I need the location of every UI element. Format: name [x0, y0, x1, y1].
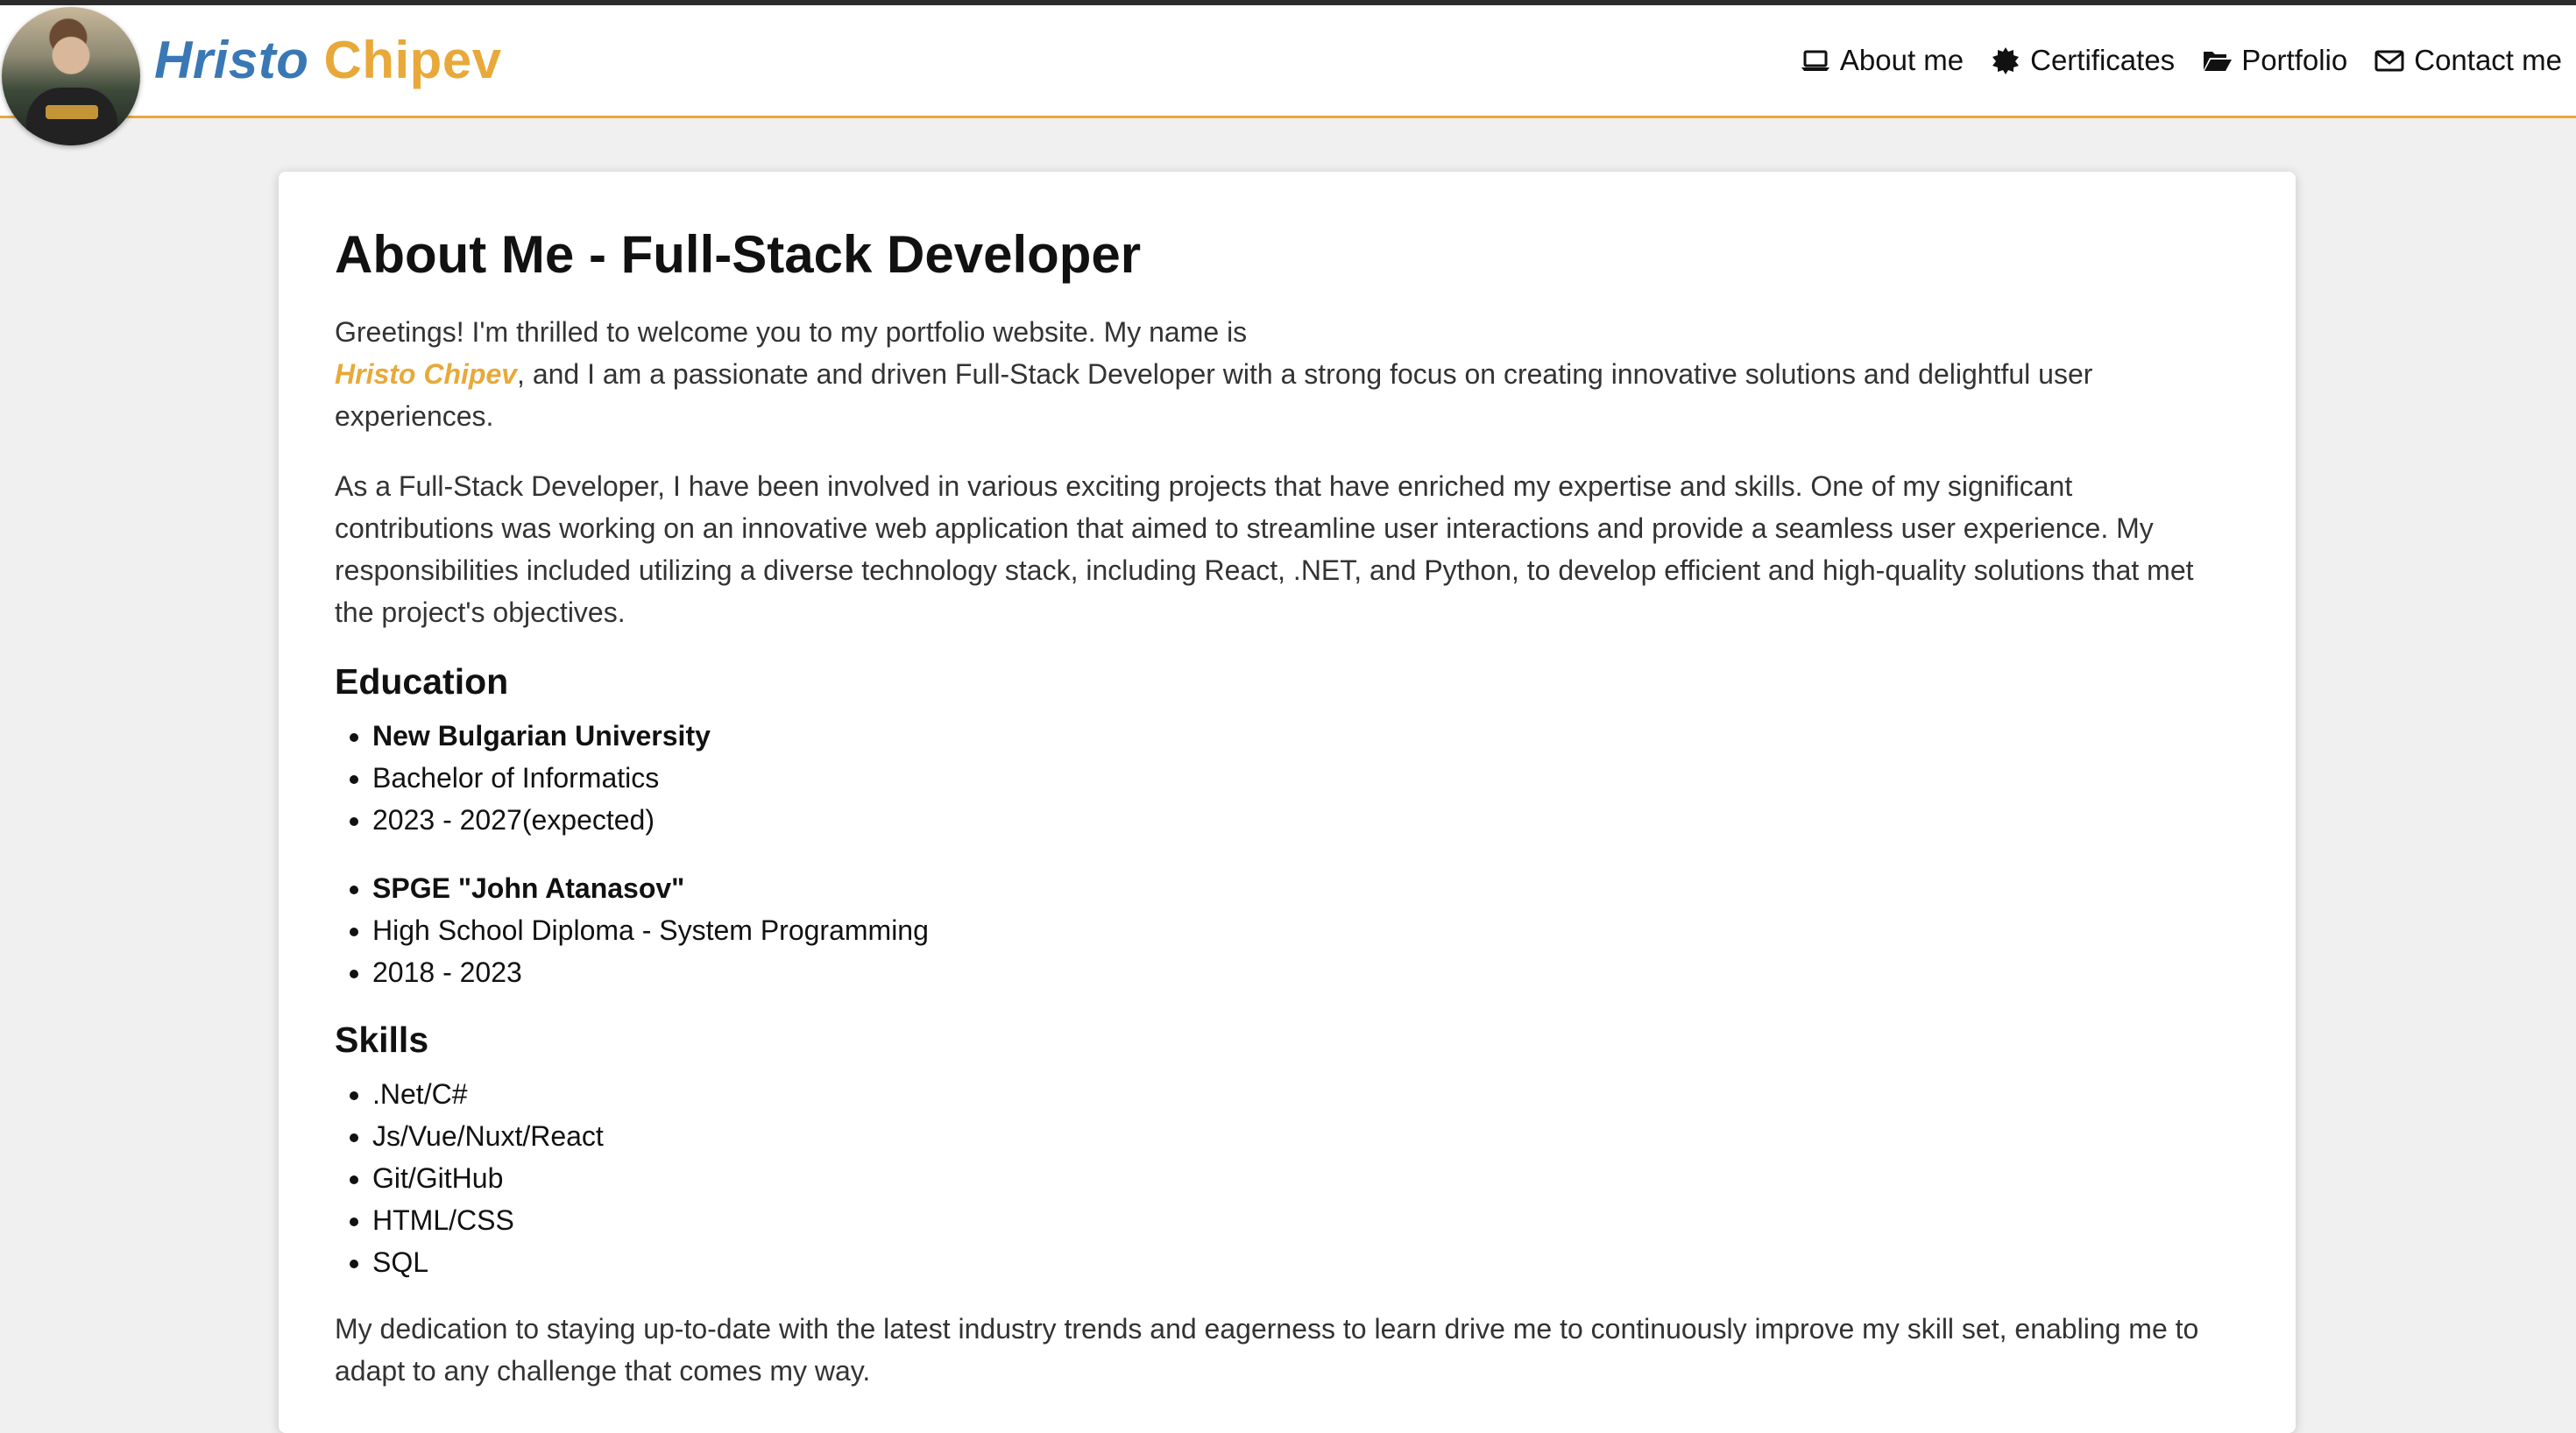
main-nav: About me Certificates Portfolio Contact …	[1800, 44, 2562, 77]
closing-paragraph: My dedication to staying up-to-date with…	[335, 1313, 2199, 1387]
nav-contact-me-label: Contact me	[2414, 44, 2562, 76]
education-heading: Education	[335, 661, 509, 702]
skill-item: Js/Vue/Nuxt/React	[372, 1115, 2236, 1157]
brand-first-name: Hristo	[154, 31, 309, 89]
certificate-icon	[1992, 47, 2020, 74]
education-years: 2018 - 2023	[372, 951, 2236, 993]
avatar-shirt-print	[46, 105, 98, 119]
site-brand[interactable]: Hristo Chipev	[154, 30, 502, 90]
intro-paragraph: Greetings! I'm thrilled to welcome you t…	[335, 311, 2236, 437]
laptop-icon	[1801, 50, 1829, 71]
intro-text-after: , and I am a passionate and driven Full-…	[335, 358, 2093, 432]
education-years: 2023 - 2027(expected)	[372, 799, 2236, 841]
nav-portfolio-label: Portfolio	[2241, 44, 2348, 76]
education-school: New Bulgarian University	[372, 715, 2236, 757]
skill-item: .Net/C#	[372, 1073, 2236, 1115]
brand-last-name: Chipev	[323, 31, 502, 89]
nav-about-me[interactable]: About me	[1800, 44, 1964, 77]
intro-text-before: Greetings! I'm thrilled to welcome you t…	[335, 316, 1248, 348]
envelope-icon	[2374, 50, 2404, 72]
nav-portfolio[interactable]: Portfolio	[2201, 44, 2347, 77]
skills-list: .Net/C# Js/Vue/Nuxt/React Git/GitHub HTM…	[335, 1073, 2236, 1283]
education-degree: High School Diploma - System Programming	[372, 909, 2236, 951]
about-card: About Me - Full-Stack Developer Greeting…	[279, 172, 2296, 1433]
skills-heading: Skills	[335, 1020, 429, 1060]
nav-contact-me[interactable]: Contact me	[2374, 44, 2562, 77]
skill-item: Git/GitHub	[372, 1157, 2236, 1199]
nav-certificates[interactable]: Certificates	[1990, 44, 2175, 77]
nav-about-me-label: About me	[1839, 44, 1964, 76]
folder-open-icon	[2204, 52, 2233, 71]
education-degree: Bachelor of Informatics	[372, 757, 2236, 799]
page-title: About Me - Full-Stack Developer	[335, 225, 1142, 284]
education-list-university: New Bulgarian University Bachelor of Inf…	[335, 715, 2236, 841]
skill-item: HTML/CSS	[372, 1199, 2236, 1241]
education-school: SPGE "John Atanasov"	[372, 867, 2236, 909]
skill-item: SQL	[372, 1241, 2236, 1283]
experience-paragraph: As a Full-Stack Developer, I have been i…	[335, 470, 2194, 628]
avatar[interactable]	[2, 7, 140, 145]
education-list-highschool: SPGE "John Atanasov" High School Diploma…	[335, 867, 2236, 993]
about-content: About Me - Full-Stack Developer Greeting…	[335, 224, 2236, 1420]
site-header: Hristo Chipev About me Certificates Port…	[0, 5, 2576, 145]
intro-name-highlight: Hristo Chipev	[335, 358, 518, 390]
nav-certificates-label: Certificates	[2030, 44, 2176, 76]
